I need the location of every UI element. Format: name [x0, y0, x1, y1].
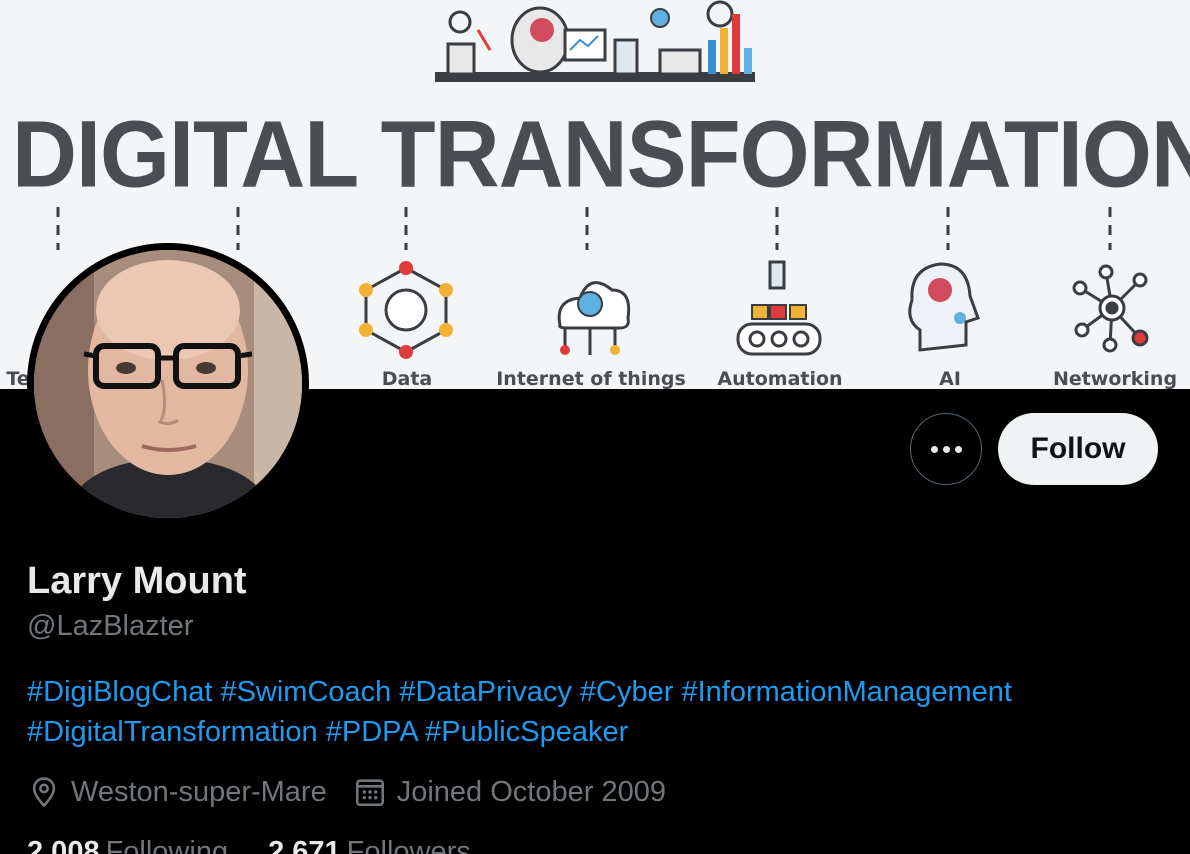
- networking-icon: [1072, 264, 1149, 353]
- join-date: Joined October 2009: [353, 775, 666, 809]
- hashtag-link[interactable]: #InformationManagement: [681, 676, 1011, 708]
- profile-stats: 2,008 Following 2,671 Followers: [27, 836, 511, 854]
- banner-label-data: Data: [381, 368, 433, 389]
- hashtag-link[interactable]: #SwimCoach: [220, 676, 391, 708]
- banner-label-automation: Automation: [717, 368, 843, 389]
- following-link[interactable]: 2,008 Following: [27, 836, 228, 854]
- profile-handle: @LazBlazter: [27, 610, 194, 642]
- profile-meta: Weston-super-Mare Joined October 2009: [27, 775, 692, 809]
- hashtag-link[interactable]: #PDPA: [326, 716, 417, 748]
- following-count: 2,008: [27, 836, 100, 854]
- followers-label: Followers: [346, 836, 471, 854]
- join-date-text: Joined October 2009: [396, 775, 666, 808]
- more-options-button[interactable]: [910, 413, 982, 485]
- more-horizontal-icon: [930, 445, 962, 453]
- banner-label-networking: Networking: [1052, 368, 1178, 389]
- location-text: Weston-super-Mare: [71, 775, 327, 808]
- hashtag-link[interactable]: #PublicSpeaker: [425, 716, 628, 748]
- bio-line-1: #DigiBlogChat #SwimCoach #DataPrivacy #C…: [27, 672, 1147, 712]
- ai-head-icon: [908, 262, 980, 352]
- banner-top-illustration: [435, 0, 755, 82]
- banner-label-iot: Internet of things: [496, 368, 686, 389]
- location: Weston-super-Mare: [27, 775, 327, 809]
- data-icon: [359, 261, 453, 359]
- followers-count: 2,671: [268, 836, 341, 854]
- profile-name: Larry Mount: [27, 560, 247, 602]
- cloud-icon: [557, 281, 631, 355]
- bio-line-2: #DigitalTransformation #PDPA #PublicSpea…: [27, 712, 1147, 752]
- profile-bio: #DigiBlogChat #SwimCoach #DataPrivacy #C…: [27, 672, 1147, 752]
- automation-icon: [736, 260, 822, 356]
- hashtag-link[interactable]: #Cyber: [580, 676, 674, 708]
- hashtag-link[interactable]: #DigitalTransformation: [27, 716, 318, 748]
- avatar-photo: [34, 250, 302, 518]
- hashtag-link[interactable]: #DigiBlogChat: [27, 676, 212, 708]
- followers-link[interactable]: 2,671 Followers: [268, 836, 471, 854]
- hashtag-link[interactable]: #DataPrivacy: [399, 676, 571, 708]
- follow-button[interactable]: Follow: [998, 413, 1158, 485]
- banner-label-ai: AI: [939, 368, 961, 389]
- calendar-icon: [355, 779, 384, 807]
- avatar[interactable]: [27, 243, 309, 525]
- map-pin-icon: [32, 777, 56, 808]
- following-label: Following: [105, 836, 229, 854]
- banner-headline: DIGITAL TRANSFORMATION: [12, 102, 1190, 208]
